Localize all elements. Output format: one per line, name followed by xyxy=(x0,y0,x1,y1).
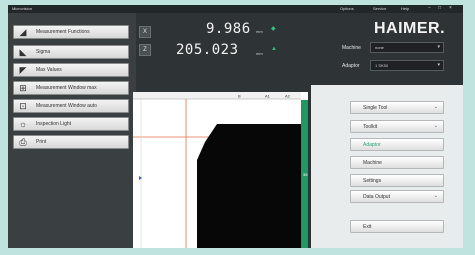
chevron-down-icon: ⌄ xyxy=(433,123,438,129)
menu-options[interactable]: Options xyxy=(340,6,354,11)
left-function-panel: ◢ Measurement Functions ◣ Sigma ◤ Max Va… xyxy=(8,13,136,248)
z-readout: 205.023 xyxy=(176,42,239,58)
button-label: Adaptor xyxy=(363,142,381,148)
chevron-down-icon: ⌄ xyxy=(433,104,438,110)
max-values-icon: ◤ xyxy=(19,65,27,75)
menu-help[interactable]: Help xyxy=(401,6,409,11)
max-values-button[interactable]: ◤ Max Values xyxy=(13,63,129,77)
x-readout: 9.986 xyxy=(206,21,251,37)
maximize-icon[interactable]: □ xyxy=(438,5,441,11)
ruler-label-a1: A1 xyxy=(265,94,271,99)
button-label: Measurement Functions xyxy=(36,29,90,35)
button-label: Settings xyxy=(363,178,382,184)
settings-button[interactable]: Settings xyxy=(350,174,444,187)
minimize-icon[interactable]: − xyxy=(428,5,431,11)
right-menu-panel: Single Tool ⌄ Toolkit ⌄ Adaptor Machine … xyxy=(311,85,463,248)
chevron-down-icon: ⌄ xyxy=(433,193,438,199)
print-button[interactable]: ⎙ Print xyxy=(13,135,129,149)
x-unit: mm xyxy=(256,29,263,34)
button-label: Measurement Window auto xyxy=(36,103,97,109)
brand-logo: HAIMER. xyxy=(374,20,446,37)
measurement-window-max-icon: ⊞ xyxy=(19,83,27,93)
machine-select[interactable]: none ▾ xyxy=(370,42,444,53)
machine-label: Machine xyxy=(342,45,361,51)
menu-service[interactable]: Service xyxy=(373,6,386,11)
adaptor-value: 1 SK50 xyxy=(375,63,389,68)
z-status-arrow-icon: ▲ xyxy=(271,46,277,52)
measurement-functions-button[interactable]: ◢ Measurement Functions xyxy=(13,25,129,39)
button-label: Machine xyxy=(363,160,382,166)
measurement-window-auto-icon: ⊡ xyxy=(19,101,27,111)
ruler-strip xyxy=(133,92,301,99)
ruler-label-b: B xyxy=(238,94,241,99)
z-axis-button[interactable]: Z xyxy=(139,44,151,56)
tool-silhouette xyxy=(197,124,301,248)
app-title: Microvision xyxy=(12,6,33,11)
button-label: Inspection Light xyxy=(36,121,72,127)
adaptor-label: Adaptor xyxy=(342,63,360,69)
x-status-arrow-icon: ◆ xyxy=(271,26,276,32)
adaptor-button[interactable]: Adaptor xyxy=(350,138,444,151)
z-unit: mm xyxy=(256,51,263,56)
measurement-functions-icon: ◢ xyxy=(19,27,27,37)
app-window: Microvision Options Service Help − □ × ◢… xyxy=(8,5,463,248)
x-axis-button[interactable]: X xyxy=(139,26,151,38)
exit-button[interactable]: Exit xyxy=(350,220,444,233)
camera-image-window[interactable]: B A1 A2 35 xyxy=(133,92,308,248)
tool-image: B A1 A2 35 xyxy=(133,92,308,248)
machine-value: none xyxy=(375,45,384,50)
button-label: Print xyxy=(36,139,47,145)
close-icon[interactable]: × xyxy=(449,5,452,11)
button-label: Measurement Window max xyxy=(36,85,97,91)
button-label: Exit xyxy=(363,224,372,230)
data-output-button[interactable]: Data Output ⌄ xyxy=(350,190,444,203)
inspection-light-icon: ☼ xyxy=(18,119,28,129)
single-tool-button[interactable]: Single Tool ⌄ xyxy=(350,101,444,114)
button-label: Data Output xyxy=(363,194,390,200)
sigma-button[interactable]: ◣ Sigma xyxy=(13,45,129,59)
title-bar: Microvision Options Service Help − □ × xyxy=(8,5,463,13)
measurement-window-auto-button[interactable]: ⊡ Measurement Window auto xyxy=(13,99,129,113)
toolkit-button[interactable]: Toolkit ⌄ xyxy=(350,120,444,133)
button-label: Sigma xyxy=(36,49,51,55)
chevron-down-icon: ▾ xyxy=(437,62,440,68)
chevron-down-icon: ▾ xyxy=(437,44,440,50)
button-label: Max Values xyxy=(36,67,62,73)
inspection-light-button[interactable]: ☼ Inspection Light xyxy=(13,117,129,131)
sigma-icon: ◣ xyxy=(19,47,27,57)
machine-button[interactable]: Machine xyxy=(350,156,444,169)
printer-icon: ⎙ xyxy=(19,137,27,147)
button-label: Single Tool xyxy=(363,105,388,111)
adaptor-select[interactable]: 1 SK50 ▾ xyxy=(370,60,444,71)
bar-label: 35 xyxy=(303,172,308,177)
measurement-window-max-button[interactable]: ⊞ Measurement Window max xyxy=(13,81,129,95)
button-label: Toolkit xyxy=(363,124,378,130)
ruler-label-a2: A2 xyxy=(285,94,291,99)
